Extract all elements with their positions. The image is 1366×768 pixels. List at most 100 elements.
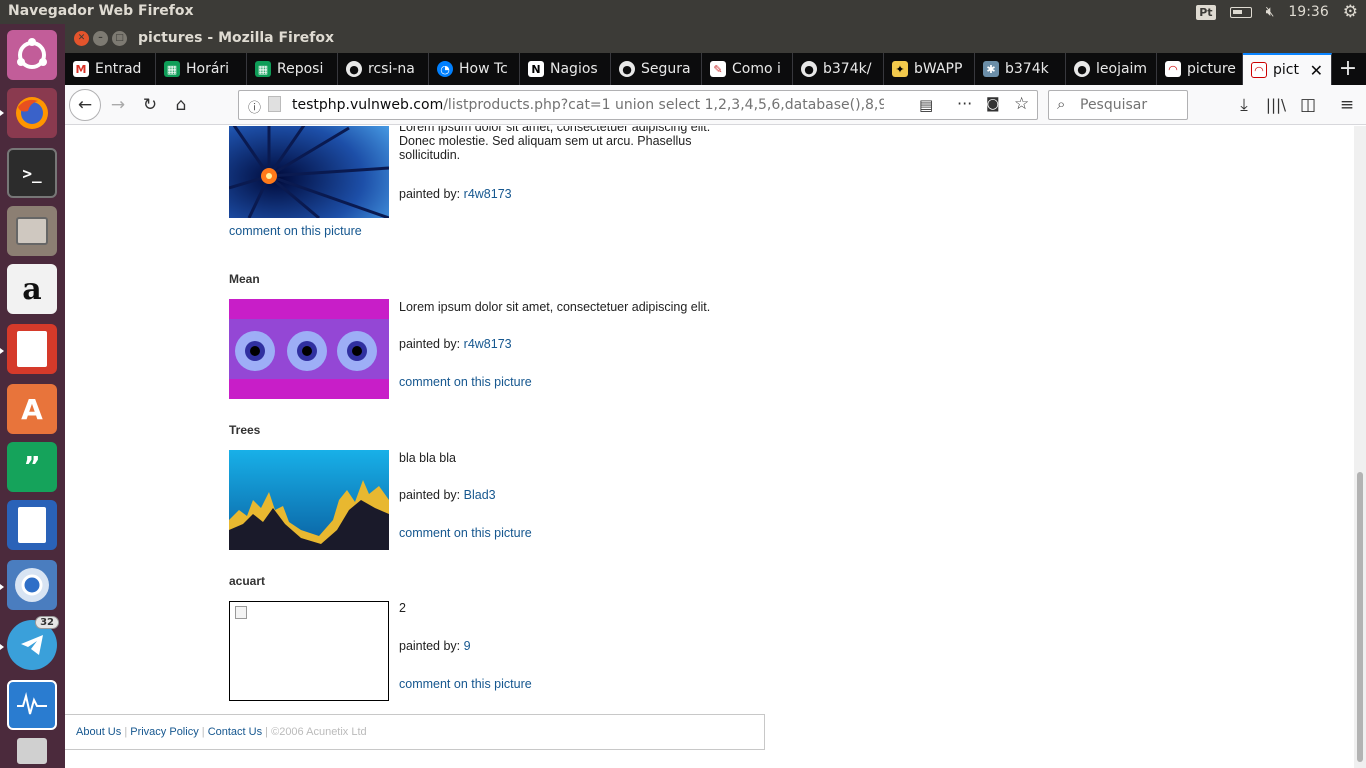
trash-icon[interactable] [7,734,57,768]
copyright-text: ©2006 Acunetix Ltd [271,726,367,738]
forward-button[interactable]: → [106,93,130,117]
pocket-icon[interactable]: ◙ [986,96,1000,112]
page-scrollbar[interactable] [1354,126,1366,768]
contact-us-link[interactable]: Contact Us [208,726,262,738]
comment-link[interactable]: comment on this picture [399,677,532,691]
tab-strip: M Entrad ▦ Horári ▦ Reposi ● rcsi-na ◔ How Tc… [65,53,1366,85]
bug-icon: ✱ [983,61,999,77]
tab[interactable]: ◠ picture [1157,53,1243,85]
battery-icon[interactable] [1229,6,1252,18]
search-bar[interactable]: ⌕ Pesquisar [1048,90,1188,120]
tab[interactable]: ✱ b374k [975,53,1066,85]
amazon-icon[interactable]: a [7,264,57,314]
window-titlebar: ✕ – □ pictures - Mozilla Firefox [65,24,1366,53]
artist-link[interactable]: r4w8173 [464,337,512,351]
tab-active[interactable]: ◠ pict ✕ [1243,53,1332,85]
new-tab-button[interactable]: + [1336,56,1360,81]
document-viewer-icon[interactable] [7,324,57,374]
clock[interactable]: 19:36 [1288,4,1328,20]
sidebar-icon[interactable]: ◫ [1296,93,1320,117]
window-minimize-button[interactable]: – [93,31,108,46]
window-close-button[interactable]: ✕ [74,31,89,46]
github-icon: ● [619,61,635,77]
volume-muted-icon[interactable]: 🔇︎ [1266,4,1275,20]
tab[interactable]: ● b374k/ [793,53,884,85]
software-center-icon[interactable]: A [7,384,57,434]
bee-icon: ✦ [892,61,908,77]
top-panel: Navegador Web Firefox Pt 🔇︎ 19:36 ⚙ [0,0,1366,24]
close-tab-icon[interactable]: ✕ [1310,61,1323,80]
url-bar[interactable]: ⓘ testphp.vulnweb.com/listproducts.php?c… [238,90,1038,120]
site-icon: ✎ [710,61,726,77]
keyboard-layout-indicator[interactable]: Pt [1196,4,1216,20]
back-button[interactable]: ← [69,89,101,121]
picture-description: 2 [399,601,406,615]
reload-button[interactable]: ↻ [138,93,162,117]
acunetix-icon: ◠ [1165,61,1181,77]
telegram-icon[interactable]: 32 [7,616,59,670]
artist-link[interactable]: 9 [464,639,471,653]
tab[interactable]: M Entrad [65,53,156,85]
downloads-icon[interactable]: ⤓ [1232,93,1256,117]
writer-icon[interactable] [7,500,57,550]
tab[interactable]: ● rcsi-na [338,53,429,85]
reader-view-icon[interactable]: ▤ [919,96,933,114]
artist-link[interactable]: Blad3 [464,488,496,502]
github-icon: ● [1074,61,1090,77]
picture-thumbnail[interactable] [229,450,389,550]
privacy-policy-link[interactable]: Privacy Policy [130,726,198,738]
tab[interactable]: ✎ Como i [702,53,793,85]
github-icon: ● [801,61,817,77]
search-icon: ⌕ [1057,95,1066,113]
broken-image-icon [235,606,247,619]
painted-by: painted by: Blad3 [399,488,496,502]
about-us-link[interactable]: About Us [76,726,121,738]
tab[interactable]: ▦ Horári [156,53,247,85]
menu-icon[interactable]: ≡ [1335,93,1359,117]
acunetix-icon: ◠ [1251,62,1267,78]
painted-by: painted by: 9 [399,639,471,653]
page-actions-icon[interactable]: ··· [957,94,972,113]
terminal-icon[interactable]: >_ [7,148,57,198]
comment-link[interactable]: comment on this picture [229,224,362,238]
home-button[interactable]: ⌂ [169,93,193,117]
comment-link[interactable]: comment on this picture [399,375,532,389]
chromium-icon[interactable] [7,560,57,610]
painted-by: painted by: r4w8173 [399,187,512,201]
tab[interactable]: ▦ Reposi [247,53,338,85]
tab[interactable]: ● Segura [611,53,702,85]
scrollbar-thumb[interactable] [1357,472,1363,762]
picture-thumbnail[interactable] [229,299,389,399]
search-placeholder: Pesquisar [1080,97,1148,113]
info-icon[interactable]: ⓘ [248,97,261,116]
settings-gear-icon[interactable]: ⚙ [1343,2,1358,22]
artist-link[interactable]: r4w8173 [464,187,512,201]
files-icon[interactable] [7,206,57,256]
window-maximize-button[interactable]: □ [112,31,127,46]
hangouts-icon[interactable]: ” [7,442,57,492]
sheets-icon: ▦ [255,61,271,77]
painted-by: painted by: r4w8173 [399,337,512,351]
sheets-icon: ▦ [164,61,180,77]
page-content: Lorem ipsum dolor sit amet, consectetuer… [65,126,1354,768]
picture-thumbnail[interactable] [229,126,389,218]
digitalocean-icon: ◔ [437,61,453,77]
picture-title: Trees [229,423,261,437]
gmail-icon: M [73,61,89,77]
system-monitor-icon[interactable] [7,680,57,730]
notion-icon: N [528,61,544,77]
url-text[interactable]: testphp.vulnweb.com/listproducts.php?cat… [292,97,884,113]
tab[interactable]: N Nagios [520,53,611,85]
comment-link[interactable]: comment on this picture [399,526,532,540]
picture-description: bla bla bla [399,451,456,465]
library-icon[interactable]: |||\ [1264,93,1288,117]
telegram-unread-badge: 32 [35,616,59,629]
picture-title: Mean [229,272,260,286]
bookmark-star-icon[interactable]: ☆ [1014,94,1029,114]
ubuntu-dash-icon[interactable] [7,30,57,80]
tab[interactable]: ✦ bWAPP [884,53,975,85]
firefox-icon[interactable] [7,88,57,138]
tab[interactable]: ● leojaim [1066,53,1157,85]
broken-image-placeholder[interactable] [229,601,389,701]
tab[interactable]: ◔ How Tc [429,53,520,85]
